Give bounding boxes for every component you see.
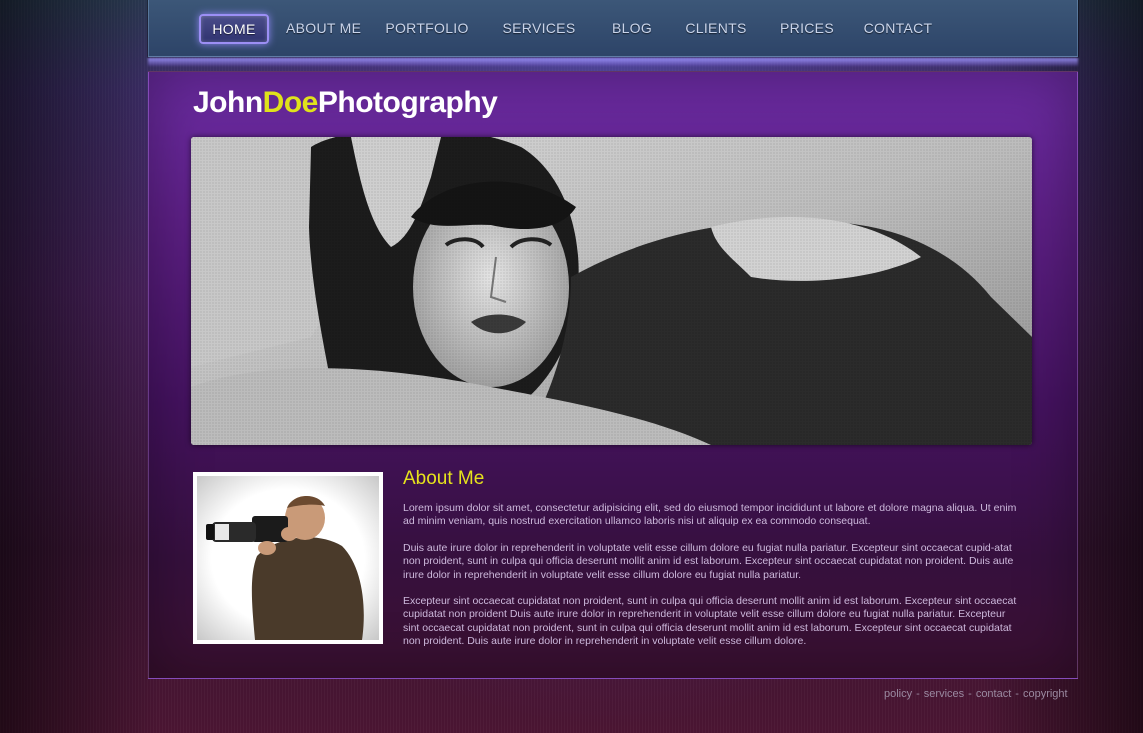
nav-glow-divider <box>148 58 1078 66</box>
footer-link-policy[interactable]: policy <box>884 688 912 700</box>
nav-home[interactable]: HOME <box>199 14 269 44</box>
site-logo[interactable]: JohnDoePhotography <box>193 86 498 120</box>
footer-separator: - <box>916 688 920 700</box>
profile-photo-frame <box>193 472 383 644</box>
footer-separator: - <box>968 688 972 700</box>
nav-blog[interactable]: BLOG <box>610 13 654 43</box>
top-navigation: HOME ABOUT ME PORTFOLIO SERVICES BLOG CL… <box>148 0 1078 57</box>
photographer-photo <box>197 476 379 640</box>
nav-portfolio[interactable]: PORTFOLIO <box>385 13 469 43</box>
about-text: Lorem ipsum dolor sit amet, consectetur … <box>403 502 1023 662</box>
nav-prices[interactable]: PRICES <box>778 13 836 43</box>
logo-photography: Photography <box>317 86 498 119</box>
nav-contact[interactable]: CONTACT <box>862 13 934 43</box>
hero-photo <box>191 137 1032 445</box>
about-heading: About Me <box>403 468 485 489</box>
footer-links: policy - services - contact - copyright <box>884 688 1068 700</box>
nav-services[interactable]: SERVICES <box>500 13 578 43</box>
about-paragraph-2: Duis aute irure dolor in reprehenderit i… <box>403 541 1014 581</box>
about-paragraph-3: Excepteur sint occaecat cupidatat non pr… <box>403 595 1017 648</box>
nav-about-me[interactable]: ABOUT ME <box>286 13 361 43</box>
footer-link-contact[interactable]: contact <box>976 688 1011 700</box>
footer-separator: - <box>1015 688 1019 700</box>
nav-clients[interactable]: CLIENTS <box>684 13 748 43</box>
logo-john: John <box>193 86 263 119</box>
about-paragraph-1: Lorem ipsum dolor sit amet, consectetur … <box>403 502 1017 528</box>
footer-link-services[interactable]: services <box>924 688 964 700</box>
logo-doe: Doe <box>262 86 319 119</box>
footer-link-copyright[interactable]: copyright <box>1023 688 1068 700</box>
